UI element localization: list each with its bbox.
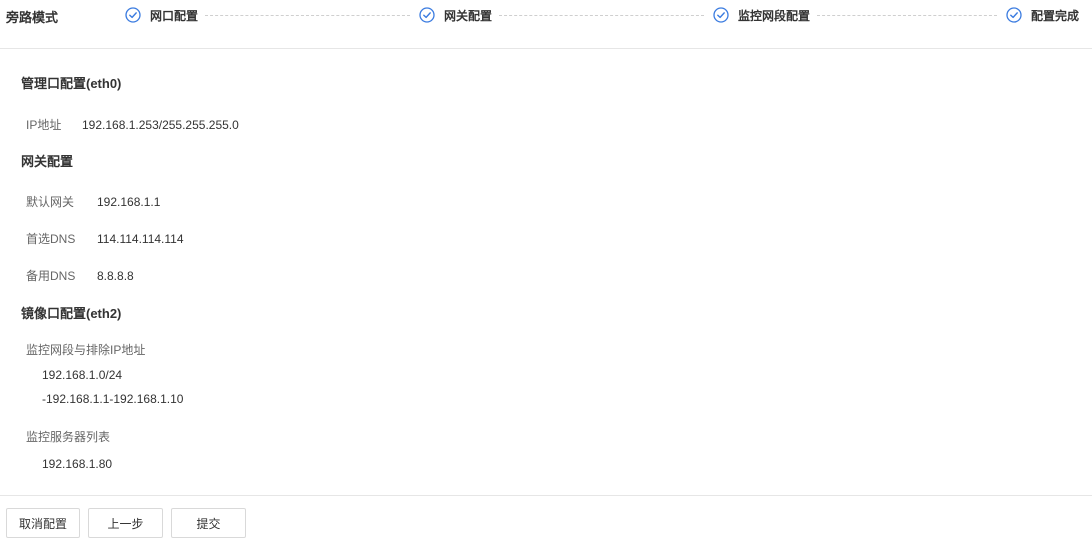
field-label: 默认网关 (26, 195, 75, 209)
cancel-config-button[interactable]: 取消配置 (6, 508, 80, 538)
step-connector (205, 15, 410, 16)
submit-button[interactable]: 提交 (171, 508, 246, 538)
check-circle-icon (419, 7, 435, 23)
monitor-servers-label: 监控服务器列表 (26, 430, 111, 444)
step-config-complete: 配置完成 (1006, 6, 1079, 24)
list-item: 192.168.1.0/24 (42, 368, 123, 382)
mode-title: 旁路模式 (6, 10, 59, 25)
field-value: 8.8.8.8 (97, 269, 134, 283)
field-value: 192.168.1.253/255.255.255.0 (82, 118, 239, 132)
step-label: 网关配置 (444, 8, 493, 23)
mgmt-section-title: 管理口配置(eth0) (21, 76, 122, 91)
check-circle-icon (1006, 7, 1022, 23)
list-item: -192.168.1.1-192.168.1.10 (42, 392, 184, 406)
step-port-config: 网口配置 (125, 6, 198, 24)
primary-dns-row: 首选DNS 114.114.114.114 (26, 230, 184, 247)
list-item: 192.168.1.80 (42, 457, 113, 471)
mgmt-ip-row: IP地址 192.168.1.253/255.255.255.0 (26, 116, 239, 133)
step-label: 监控网段配置 (738, 8, 811, 23)
step-connector (817, 15, 997, 16)
footer-divider (0, 495, 1092, 496)
check-circle-icon (713, 7, 729, 23)
field-value: 192.168.1.1 (97, 195, 161, 209)
step-monitor-segment-config: 监控网段配置 (713, 6, 810, 24)
steps-header: 旁路模式 网口配置 网关配置 监控网段配置 配置完成 (0, 0, 1092, 49)
field-label: IP地址 (26, 118, 62, 132)
field-value: 114.114.114.114 (97, 232, 184, 246)
step-label: 网口配置 (150, 8, 199, 23)
field-label: 备用DNS (26, 269, 76, 283)
monitor-segments-label: 监控网段与排除IP地址 (26, 343, 146, 357)
step-label: 配置完成 (1031, 8, 1080, 23)
secondary-dns-row: 备用DNS 8.8.8.8 (26, 267, 134, 284)
default-gateway-row: 默认网关 192.168.1.1 (26, 193, 160, 210)
check-circle-icon (125, 7, 141, 23)
gateway-section-title: 网关配置 (21, 154, 74, 169)
step-gateway-config: 网关配置 (419, 6, 492, 24)
step-connector (499, 15, 704, 16)
field-label: 首选DNS (26, 232, 76, 246)
mirror-section-title: 镜像口配置(eth2) (21, 306, 122, 321)
previous-step-button[interactable]: 上一步 (88, 508, 163, 538)
